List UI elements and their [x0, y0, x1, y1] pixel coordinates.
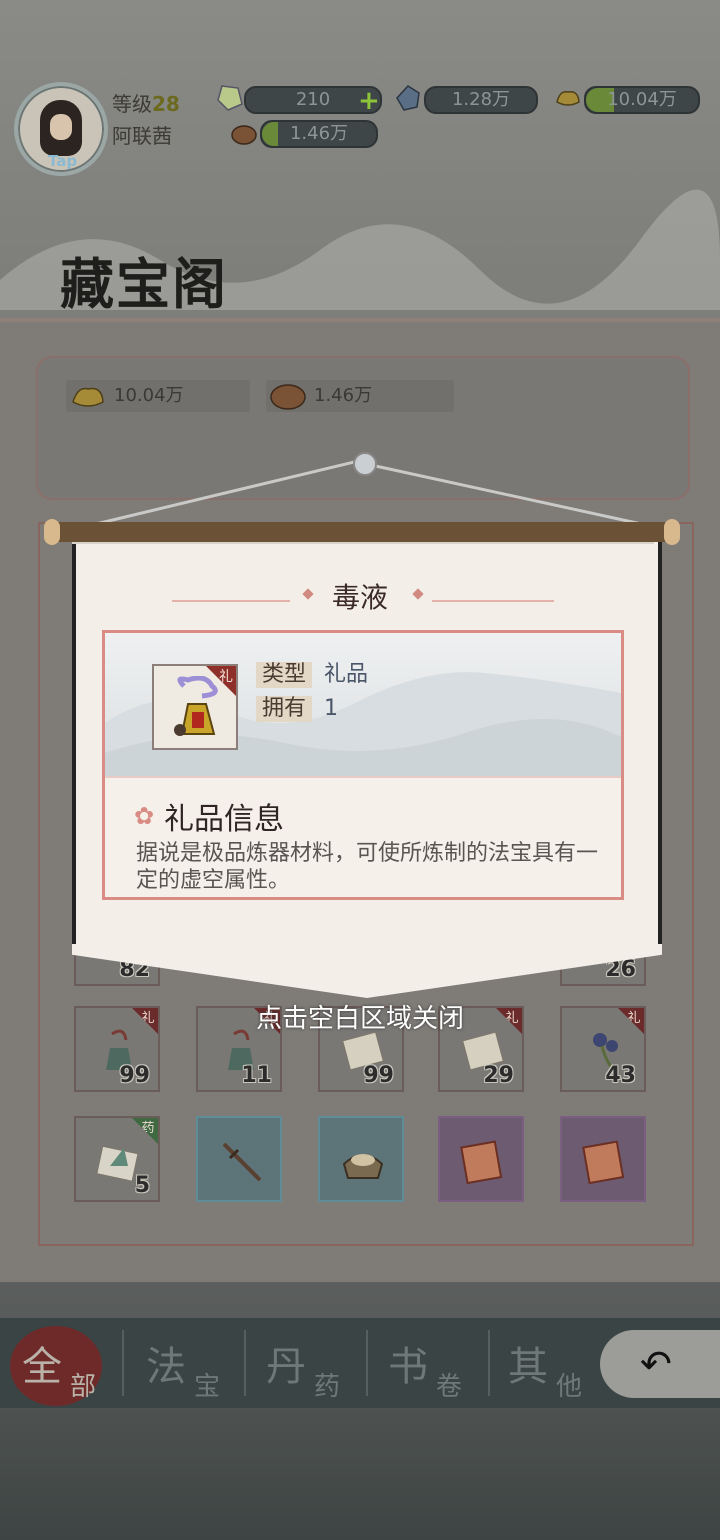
tab-label: 书 — [388, 1344, 428, 1390]
info-divider — [105, 776, 621, 778]
level-label: 等级 — [112, 92, 152, 116]
crystal-icon — [396, 85, 420, 111]
inventory-slot[interactable] — [438, 1116, 524, 1202]
ore-log-icon — [231, 125, 257, 145]
gem-value: 210 — [295, 89, 331, 110]
crystal-counter: 1.28万 — [424, 86, 538, 114]
player-name: 阿联茜 — [112, 124, 172, 148]
ore-value: 1.46万 — [289, 123, 349, 144]
shop-ore: 1.46万 — [266, 380, 454, 412]
level-value: 28 — [152, 92, 180, 116]
item-count: 99 — [363, 1063, 394, 1088]
ore-bar-fill — [262, 122, 278, 146]
title-ornament-right — [432, 600, 554, 602]
gold-value: 10.04万 — [607, 89, 677, 110]
rod-knob — [44, 519, 60, 545]
item-icon-frame: 礼 — [152, 664, 238, 750]
item-name: 毒液 — [331, 581, 388, 614]
ore-log-icon — [270, 384, 306, 410]
gold-counter: 10.04万 — [584, 86, 700, 114]
close-hint[interactable]: 点击空白区域关闭 — [0, 998, 720, 1035]
add-gem-button[interactable]: + — [358, 86, 380, 116]
title-ornament-left — [172, 600, 290, 602]
inventory-slot[interactable] — [318, 1116, 404, 1202]
tab-sublabel: 药 — [314, 1372, 341, 1402]
item-count: 99 — [119, 1063, 150, 1088]
type-value: 礼品 — [324, 662, 369, 687]
poison-bottle-icon — [174, 676, 218, 736]
player-avatar[interactable]: Tap — [14, 82, 108, 176]
item-count: 11 — [241, 1063, 272, 1088]
tab-sublabel: 卷 — [436, 1372, 463, 1402]
sword-icon — [222, 1142, 262, 1182]
tab-all[interactable]: 全 部 — [0, 1320, 120, 1406]
scroll-rod — [44, 519, 680, 545]
tab-sublabel: 部 — [70, 1372, 97, 1402]
shop-resource-box — [36, 356, 690, 500]
shop-gold: 10.04万 — [66, 380, 250, 412]
tab-pills[interactable]: 丹 药 — [244, 1320, 364, 1406]
item-description: 据说是极品炼器材料，可使所炼制的法宝具有一定的虚空属性。 — [136, 841, 599, 893]
rainbow-gem-icon — [217, 85, 243, 111]
inventory-slot[interactable] — [560, 1116, 646, 1202]
section-title: 礼品信息 — [164, 802, 284, 837]
tab-label: 丹 — [266, 1344, 306, 1390]
own-label: 拥有 — [256, 696, 313, 722]
inventory-slot[interactable]: 药 5 — [74, 1116, 160, 1202]
ore-counter: 1.46万 — [260, 120, 378, 148]
player-level: 等级28 — [112, 88, 180, 117]
gold-ingot-icon — [556, 90, 580, 106]
tab-treasure[interactable]: 法 宝 — [124, 1320, 244, 1406]
manual-book-icon — [582, 1140, 625, 1185]
item-count: 29 — [483, 1063, 514, 1088]
inventory-slot[interactable] — [196, 1116, 282, 1202]
own-value: 1 — [324, 696, 338, 721]
manual-book-icon — [460, 1140, 503, 1185]
type-label: 类型 — [256, 662, 313, 688]
rod-knob — [664, 519, 680, 545]
gold-ingot-icon — [72, 387, 104, 407]
shop-gold-value: 10.04万 — [114, 385, 184, 406]
hanging-nail — [353, 452, 377, 476]
avatar-portrait — [40, 100, 82, 156]
tab-label: 法 — [146, 1344, 186, 1390]
tab-sublabel: 他 — [556, 1372, 583, 1402]
tab-label: 其 — [508, 1344, 548, 1390]
tab-scrolls[interactable]: 书 卷 — [366, 1320, 486, 1406]
shop-ore-value: 1.46万 — [314, 385, 373, 406]
tab-sublabel: 宝 — [194, 1372, 221, 1402]
item-count: 43 — [605, 1063, 636, 1088]
flower-bullet-icon: ✿ — [134, 802, 155, 830]
tab-label: 全 — [22, 1344, 62, 1390]
page-title: 藏宝阁 — [60, 252, 228, 316]
tab-other[interactable]: 其 他 — [486, 1320, 606, 1406]
item-count: 5 — [134, 1173, 150, 1198]
avatar-badge: Tap — [48, 152, 78, 170]
crystal-value: 1.28万 — [451, 89, 511, 110]
back-arrow-icon: ↶ — [640, 1342, 672, 1386]
rice-bag-icon — [342, 1154, 384, 1179]
